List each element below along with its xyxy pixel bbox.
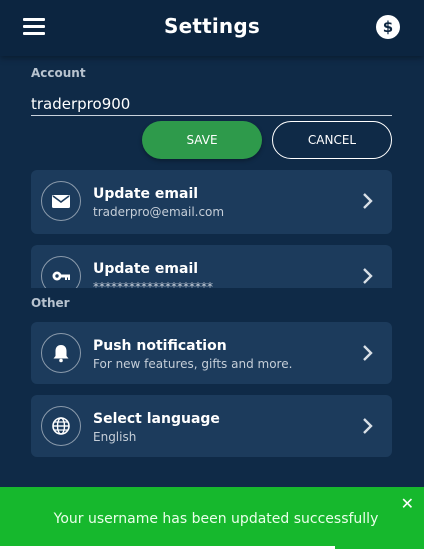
chevron-right-icon: [363, 193, 373, 209]
account-section-label: Account: [31, 66, 86, 80]
update-password-title: Update email: [93, 261, 199, 277]
bell-icon: [41, 333, 81, 373]
select-language-title: Select language: [93, 411, 220, 427]
username-input[interactable]: [31, 92, 392, 116]
globe-icon: [41, 406, 81, 446]
select-language-subtitle: English: [93, 430, 137, 444]
page-title: Settings: [163, 14, 260, 38]
chevron-right-icon: [363, 345, 373, 361]
chevron-right-icon: [363, 418, 373, 434]
select-language-card[interactable]: Select language English: [31, 395, 392, 457]
envelope-icon: [41, 181, 81, 221]
top-app-bar: Settings $: [0, 0, 424, 56]
push-notification-card[interactable]: Push notification For new features, gift…: [31, 322, 392, 384]
push-notification-title: Push notification: [93, 338, 227, 354]
toast-message: Your username has been updated successfu…: [53, 511, 379, 527]
save-button[interactable]: SAVE: [142, 121, 262, 159]
update-password-clip: Update email ********************: [31, 245, 392, 288]
update-password-subtitle: ********************: [93, 280, 213, 288]
update-email-subtitle: traderpro@email.com: [93, 205, 225, 219]
push-notification-subtitle: For new features, gifts and more.: [93, 357, 293, 371]
key-icon: [41, 256, 81, 288]
other-section-label: Other: [31, 296, 70, 310]
dollar-icon[interactable]: $: [376, 15, 400, 39]
close-icon[interactable]: ✕: [401, 494, 414, 513]
cancel-button[interactable]: CANCEL: [272, 121, 392, 159]
update-email-title: Update email: [93, 186, 199, 202]
chevron-right-icon: [363, 268, 373, 284]
success-toast: Your username has been updated successfu…: [0, 487, 424, 549]
update-email-card[interactable]: Update email traderpro@email.com: [31, 170, 392, 234]
update-password-card[interactable]: Update email ********************: [31, 245, 392, 288]
